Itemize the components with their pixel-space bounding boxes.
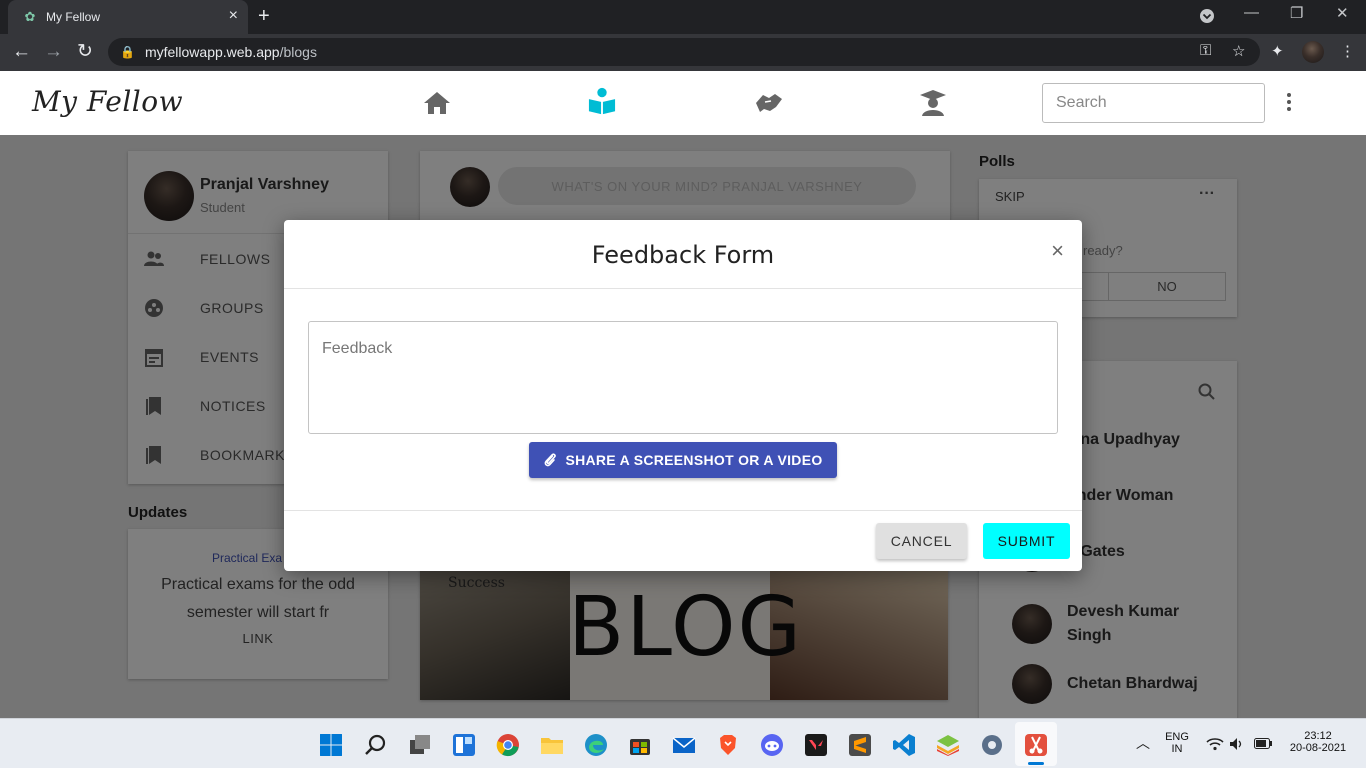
back-icon[interactable]: ←	[12, 40, 31, 64]
reload-icon[interactable]: ↻	[77, 40, 93, 64]
mail-icon[interactable]	[672, 733, 696, 757]
browser-menu-icon[interactable]: ⋮	[1340, 42, 1355, 60]
bookmark-star-icon[interactable]: ☆	[1232, 42, 1245, 60]
battery-icon[interactable]	[1254, 738, 1272, 749]
browser-tab[interactable]: ✿ My Fellow ×	[8, 0, 248, 34]
restore-icon[interactable]: ❐	[1290, 4, 1303, 22]
windows-start-icon[interactable]	[319, 733, 343, 757]
task-view-icon[interactable]	[408, 733, 432, 757]
tab-close-icon[interactable]: ×	[229, 8, 238, 24]
close-window-icon[interactable]: ✕	[1336, 4, 1349, 22]
feedback-modal: Feedback Form × Feedback SHARE A SCREENS…	[284, 220, 1082, 571]
language-indicator[interactable]: ENG IN	[1162, 731, 1192, 755]
clock-time: 23:12	[1304, 730, 1332, 742]
brand-logo[interactable]: My Fellow	[32, 85, 183, 118]
modal-title: Feedback Form	[591, 240, 775, 269]
valorant-icon[interactable]	[804, 733, 828, 757]
home-icon[interactable]	[422, 89, 452, 117]
search-input[interactable]: Search	[1042, 83, 1265, 123]
app-header: My Fellow Search	[0, 71, 1366, 135]
divider	[284, 510, 1082, 511]
new-tab-button[interactable]: +	[258, 5, 270, 28]
browser-toolbar: ← → ↻ 🔒 myfellowapp.web.app/blogs ⚿ ☆ ✦ …	[0, 34, 1366, 71]
file-explorer-icon[interactable]	[540, 733, 564, 757]
forward-icon[interactable]: →	[44, 40, 63, 64]
bluestacks-icon[interactable]	[936, 733, 960, 757]
address-bar[interactable]: 🔒 myfellowapp.web.app/blogs	[108, 38, 1260, 66]
lang-bottom: IN	[1171, 743, 1183, 755]
sublime-icon[interactable]	[848, 733, 872, 757]
extensions-icon[interactable]: ✦	[1271, 42, 1284, 60]
paperclip-icon	[545, 453, 557, 467]
share-screenshot-button[interactable]: SHARE A SCREENSHOT OR A VIDEO	[529, 442, 837, 478]
taskbar: ︿ ENG IN 23:12 20-08-2021	[0, 718, 1366, 768]
widgets-icon[interactable]	[452, 733, 476, 757]
store-icon[interactable]	[628, 733, 652, 757]
minimize-icon[interactable]: —	[1244, 4, 1259, 21]
settings-icon[interactable]	[980, 733, 1004, 757]
browser-tabstrip: ✿ My Fellow × + — ❐ ✕	[0, 0, 1366, 34]
edge-icon[interactable]	[584, 733, 608, 757]
blog-reader-icon[interactable]	[587, 87, 617, 115]
active-indicator	[1028, 762, 1044, 765]
clock[interactable]: 23:12 20-08-2021	[1284, 730, 1352, 754]
url-domain: myfellowapp.web.app	[144, 44, 280, 60]
profile-avatar[interactable]	[1302, 41, 1324, 63]
lang-top: ENG	[1165, 731, 1189, 743]
feedback-textarea[interactable]: Feedback	[308, 321, 1058, 434]
divider	[284, 288, 1082, 289]
close-icon[interactable]: ×	[1051, 240, 1064, 262]
submit-button[interactable]: SUBMIT	[983, 523, 1070, 559]
cancel-button[interactable]: CANCEL	[876, 523, 967, 559]
wifi-icon[interactable]	[1206, 737, 1224, 751]
vscode-icon[interactable]	[892, 733, 916, 757]
volume-icon[interactable]	[1229, 737, 1243, 751]
search-icon[interactable]	[364, 733, 388, 757]
clock-date: 20-08-2021	[1289, 742, 1347, 754]
brave-icon[interactable]	[716, 733, 740, 757]
graduate-icon[interactable]	[918, 89, 948, 117]
lock-icon: 🔒	[120, 45, 135, 59]
snipping-tool-icon[interactable]	[1024, 733, 1048, 757]
tab-search-icon[interactable]	[1199, 8, 1215, 28]
site-favicon-icon: ✿	[24, 9, 36, 24]
url-path: /blogs	[279, 44, 317, 60]
chrome-icon[interactable]	[496, 733, 520, 757]
more-options-icon[interactable]	[1283, 93, 1295, 113]
tab-title: My Fellow	[46, 10, 101, 24]
discord-icon[interactable]	[760, 733, 784, 757]
share-label: SHARE A SCREENSHOT OR A VIDEO	[565, 452, 823, 468]
key-icon[interactable]: ⚿	[1200, 42, 1211, 59]
handshake-icon[interactable]	[754, 89, 784, 117]
tray-chevron-icon[interactable]: ︿	[1136, 733, 1150, 753]
